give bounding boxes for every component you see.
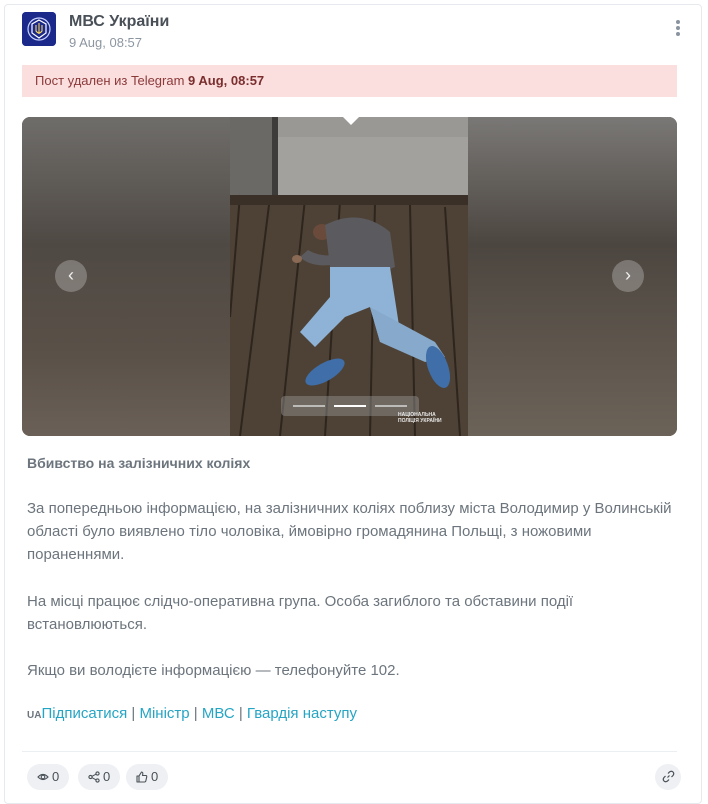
post-title: Вбивство на залізничних коліях [27, 455, 251, 471]
gallery-dot[interactable] [375, 405, 407, 407]
mvs-link[interactable]: МВС [202, 705, 235, 722]
gallery-prev-button[interactable]: ‹ [55, 260, 87, 292]
shares-count: 0 [103, 769, 111, 784]
gallery-dot-active[interactable] [334, 405, 366, 407]
guard-link[interactable]: Гвардія наступу [247, 705, 357, 722]
ua-prefix: UA [27, 710, 42, 721]
link-icon [662, 770, 674, 783]
copy-link-button[interactable] [655, 764, 681, 790]
police-emblem-icon [22, 12, 56, 46]
link-separator: | [234, 705, 247, 722]
gallery-next-button[interactable]: › [612, 260, 644, 292]
minister-link[interactable]: Міністр [139, 705, 189, 722]
post-header: МВС України 9 Aug, 08:57 [22, 12, 682, 52]
eye-icon [37, 773, 49, 781]
thumbs-up-icon [136, 771, 148, 783]
previous-photo-blur [22, 117, 232, 436]
photo-gallery: ‹ › НАЦІОНАЛЬНА ПОЛІЦІЯ УКРАЇНИ [22, 117, 677, 436]
channel-avatar[interactable] [22, 12, 56, 46]
gallery-indicator-notch [343, 117, 359, 125]
link-separator: | [127, 705, 140, 722]
chevron-right-icon: › [625, 265, 631, 285]
chevron-left-icon: ‹ [68, 265, 74, 285]
deleted-notice-time: 9 Aug, 08:57 [188, 73, 265, 88]
views-count: 0 [52, 769, 60, 784]
post-date: 9 Aug, 08:57 [69, 35, 143, 50]
views-counter[interactable]: 0 [27, 764, 70, 790]
likes-count: 0 [151, 769, 159, 784]
post-paragraph: На місці працює слідчо-оперативна група.… [27, 593, 574, 633]
subscribe-link[interactable]: Підписатися [41, 705, 127, 722]
gallery-dot[interactable] [293, 405, 325, 407]
channel-name[interactable]: МВС України [69, 13, 169, 31]
next-photo-blur [467, 117, 677, 436]
likes-counter[interactable]: 0 [126, 764, 169, 790]
post-photo[interactable] [230, 117, 468, 436]
link-separator: | [189, 705, 202, 722]
more-options-icon[interactable] [674, 20, 682, 40]
post-paragraph: Якщо ви володієте інформацією — телефону… [27, 662, 400, 679]
deleted-notice: Пост удален из Telegram 9 Aug, 08:57 [22, 65, 677, 97]
post-paragraph: За попередньою інформацією, на залізничн… [27, 500, 672, 563]
share-icon [88, 771, 100, 783]
watermark-line2: ПОЛІЦІЯ УКРАЇНИ [398, 418, 442, 424]
shares-counter[interactable]: 0 [78, 764, 121, 790]
police-watermark: НАЦІОНАЛЬНА ПОЛІЦІЯ УКРАЇНИ [398, 412, 442, 424]
post-links: UAПідписатися | Міністр | МВС | Гвардія … [27, 705, 357, 722]
footer-divider [22, 751, 677, 752]
deleted-notice-text: Пост удален из Telegram [35, 73, 189, 88]
